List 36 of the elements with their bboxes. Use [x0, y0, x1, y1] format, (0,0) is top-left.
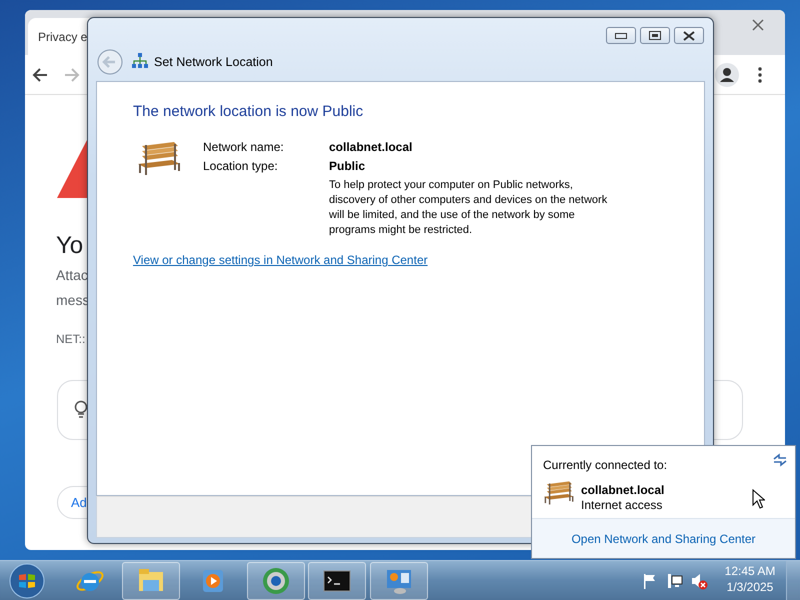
field-value: Public [329, 158, 366, 175]
network-icon [131, 52, 149, 70]
close-button[interactable] [674, 27, 704, 44]
network-name: collabnet.local [581, 482, 664, 499]
back-arrow-icon[interactable] [32, 67, 48, 83]
flyout-header: Currently connected to: [543, 457, 668, 474]
field-value: collabnet.local [329, 139, 412, 156]
clock-time[interactable]: 12:45 AM [720, 563, 780, 579]
field-label: Location type: [203, 158, 279, 175]
lightbulb-icon [74, 400, 88, 420]
profile-icon[interactable] [715, 63, 739, 87]
network-tray-icon[interactable] [667, 573, 683, 589]
flag-icon[interactable] [642, 573, 658, 589]
dialog-heading: The network location is now Public [133, 102, 364, 122]
cursor-icon [752, 489, 765, 509]
field-label: Network name: [203, 139, 285, 156]
taskbar-button[interactable] [308, 562, 366, 600]
window-title: Set Network Location [154, 54, 273, 71]
volume-muted-icon[interactable] [690, 572, 708, 590]
swirl-globe-icon [261, 566, 291, 596]
settings-link[interactable]: View or change settings in Network and Sharing Center [133, 251, 428, 269]
close-icon[interactable] [752, 19, 764, 31]
clock-date[interactable]: 1/3/2025 [720, 579, 780, 595]
start-button[interactable] [9, 563, 45, 599]
sync-arrows-icon [772, 453, 788, 467]
body-text: Attac [56, 266, 88, 285]
page-heading: Yo [56, 231, 84, 261]
maximize-button[interactable] [640, 27, 670, 44]
network-status: Internet access [581, 497, 662, 514]
description-text: To help protect your computer on Public networks, discovery of other computers and devices on the network will be limited, and the use of the network by some programs might be restricted. [329, 178, 608, 238]
menu-icon[interactable] [758, 67, 762, 83]
minimize-icon [615, 32, 627, 38]
error-code: NET:: [56, 331, 86, 348]
maximize-icon [649, 31, 661, 40]
close-icon [683, 30, 695, 40]
minimize-button[interactable] [606, 27, 636, 44]
